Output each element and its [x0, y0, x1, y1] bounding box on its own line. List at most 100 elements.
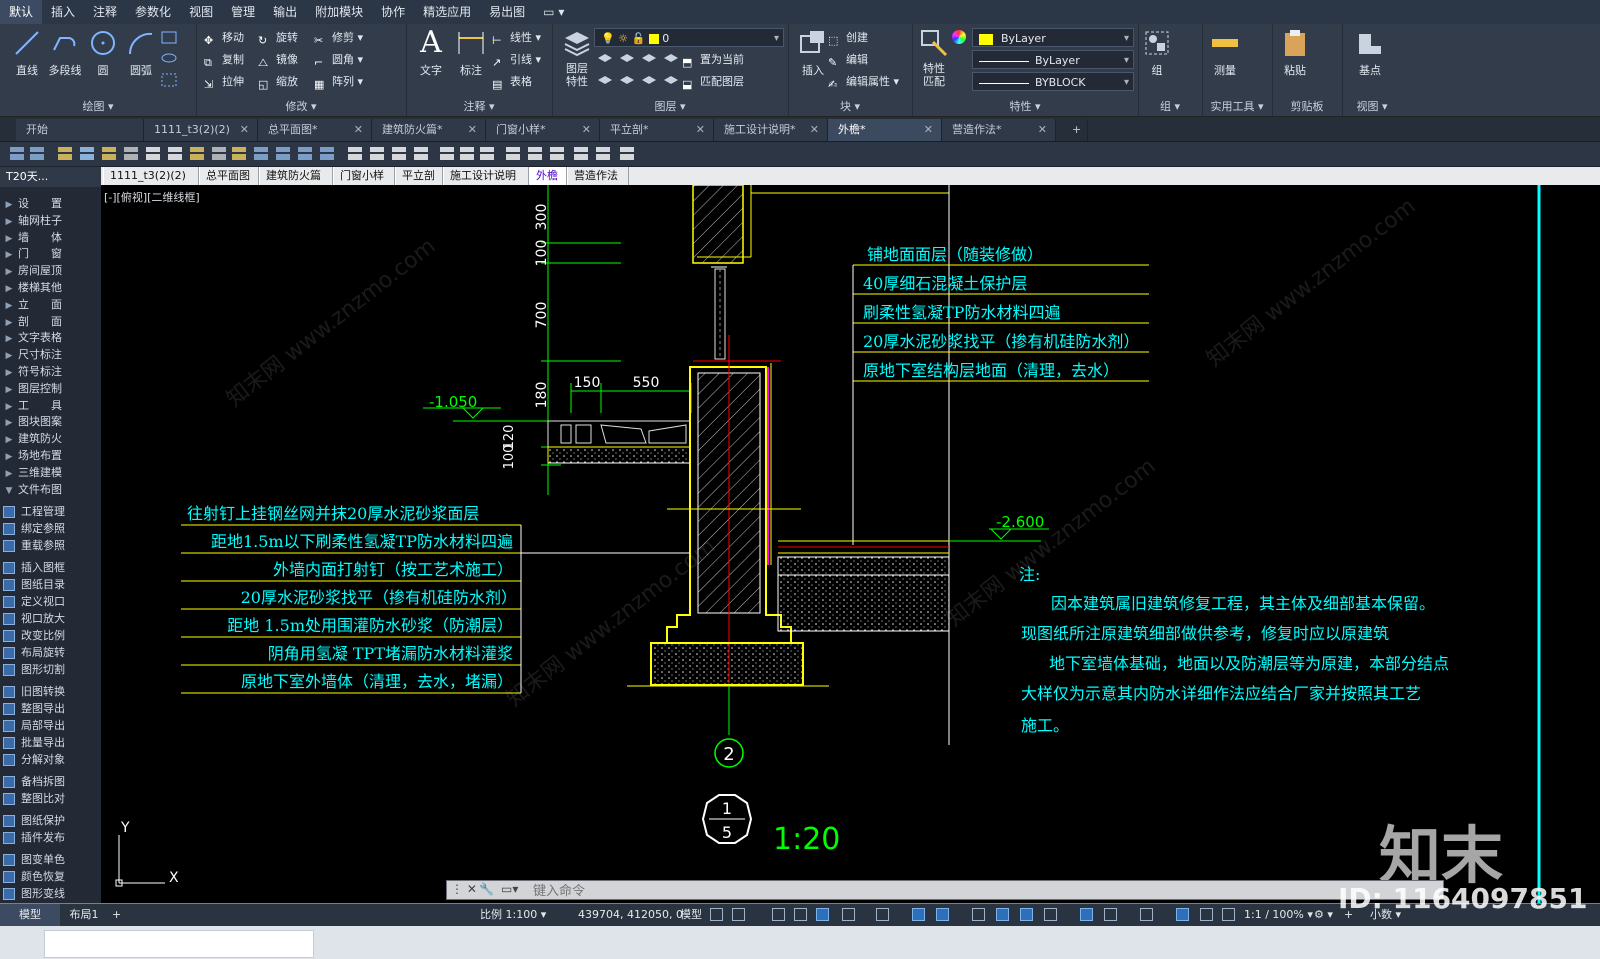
toolstrip-tool-icon[interactable]	[124, 147, 138, 160]
command-input[interactable]	[531, 882, 1415, 900]
edit-block-tool[interactable]: ✎ 编辑	[828, 50, 868, 70]
palette-group-14[interactable]: ▶ 建筑防火	[0, 430, 101, 447]
wrench-icon[interactable]: 🔧	[479, 882, 494, 896]
lineweight-icon[interactable]	[972, 908, 985, 921]
toolstrip-tool-icon[interactable]	[392, 147, 406, 160]
toolstrip-tool-icon[interactable]	[146, 147, 160, 160]
stretch-tool[interactable]: ⇲ 拉伸	[204, 72, 244, 92]
palette-group-9[interactable]: ▶ 尺寸标注	[0, 346, 101, 363]
toolstrip-tool-icon[interactable]	[30, 147, 44, 160]
arc-tool[interactable]: 圆弧	[116, 28, 166, 78]
create-block-tool[interactable]: ⬚ 创建	[828, 28, 868, 48]
palette-command-13[interactable]: 批量导出	[0, 734, 101, 751]
polar-icon[interactable]	[842, 908, 855, 921]
palette-group-11[interactable]: ▶ 图层控制	[0, 380, 101, 397]
annotation-scale-icon[interactable]	[1222, 908, 1235, 921]
sheet-tab-6[interactable]: 外檐	[529, 167, 567, 185]
transparency-icon[interactable]	[996, 908, 1009, 921]
file-tab-3[interactable]: 建筑防火篇* ✕	[372, 119, 486, 141]
layers-panel-title[interactable]: 图层 ▾	[552, 98, 788, 114]
mirror-tool[interactable]: ⧍ 镜像	[258, 50, 298, 70]
menu-item-6[interactable]: 输出	[264, 0, 306, 24]
view-panel-title[interactable]: 视图 ▾	[1342, 98, 1402, 114]
color-wheel-icon[interactable]	[952, 30, 966, 44]
sheet-tab-0[interactable]: 1111_t3(2)(2)	[103, 167, 199, 185]
snap-icon[interactable]	[732, 908, 745, 921]
file-tab-0[interactable]: 开始	[16, 119, 144, 141]
selection-filter-icon[interactable]	[1104, 908, 1117, 921]
selection-cycling-icon[interactable]	[1020, 908, 1033, 921]
isodraft-icon[interactable]	[876, 908, 889, 921]
match-layer-tool[interactable]: ⬓ 匹配图层	[682, 72, 744, 92]
menu-item-7[interactable]: 附加模块	[306, 0, 372, 24]
palette-command-17[interactable]: 图纸保护	[0, 812, 101, 829]
palette-command-10[interactable]: 旧图转换	[0, 683, 101, 700]
toolstrip-tool-icon[interactable]	[320, 147, 334, 160]
base-view-tool[interactable]: 基点	[1348, 28, 1392, 78]
3d-osnap-icon[interactable]	[1044, 908, 1057, 921]
viewport-controls[interactable]: [-][俯视][二维线框]	[104, 189, 200, 205]
palette-command-3[interactable]: 插入图框	[0, 559, 101, 576]
palette-group-15[interactable]: ▶ 场地布置	[0, 447, 101, 464]
layer-tool-icons[interactable]	[596, 52, 682, 90]
sheet-tab-7[interactable]: 营造作法	[567, 167, 629, 185]
annotation-visibility-icon[interactable]	[1176, 908, 1189, 921]
object-snap-tracking-icon[interactable]	[912, 908, 925, 921]
palette-title[interactable]: T20天...	[0, 167, 101, 187]
palette-group-12[interactable]: ▶ 工 具	[0, 397, 101, 414]
ribbon-toggle-icon[interactable]: ▭ ▾	[534, 0, 573, 24]
match-properties-tool[interactable]: 特性 匹配	[912, 28, 956, 88]
close-tab-icon[interactable]: ✕	[354, 119, 363, 141]
toolstrip-tool-icon[interactable]	[506, 147, 520, 160]
close-tab-icon[interactable]: ✕	[924, 119, 933, 141]
palette-command-16[interactable]: 整图比对	[0, 790, 101, 807]
close-tab-icon[interactable]: ✕	[468, 119, 477, 141]
copy-tool[interactable]: ⧉ 复制	[204, 50, 244, 70]
palette-command-1[interactable]: 绑定参照	[0, 520, 101, 537]
palette-group-5[interactable]: ▶ 楼梯其他	[0, 279, 101, 296]
palette-command-8[interactable]: 布局旋转	[0, 644, 101, 661]
dynamic-input-icon[interactable]	[794, 908, 807, 921]
close-tab-icon[interactable]: ✕	[810, 119, 819, 141]
file-tab-6[interactable]: 施工设计说明* ✕	[714, 119, 828, 141]
palette-command-20[interactable]: 颜色恢复	[0, 868, 101, 885]
taskbar-search-box[interactable]	[44, 930, 314, 958]
drawing-canvas[interactable]: 300 100 700 180 120 100 150 550 -1.050 -…	[101, 185, 1600, 903]
groups-panel-title[interactable]: 组 ▾	[1138, 98, 1202, 114]
palette-group-10[interactable]: ▶ 符号标注	[0, 363, 101, 380]
block-panel-title[interactable]: 块 ▾	[788, 98, 912, 114]
grid-icon[interactable]	[710, 908, 723, 921]
menu-item-8[interactable]: 协作	[372, 0, 414, 24]
toolstrip-tool-icon[interactable]	[212, 147, 226, 160]
toolstrip-tool-icon[interactable]	[348, 147, 362, 160]
auto-scale-icon[interactable]	[1200, 908, 1213, 921]
add-layout-icon[interactable]: +	[112, 904, 121, 926]
menu-item-5[interactable]: 管理	[222, 0, 264, 24]
toolstrip-tool-icon[interactable]	[574, 147, 588, 160]
edit-attr-tool[interactable]: ✍ 编辑属性 ▾	[828, 72, 899, 92]
palette-command-2[interactable]: 重载参照	[0, 537, 101, 554]
rotate-tool[interactable]: ↻ 旋转	[258, 28, 298, 48]
leader-tool[interactable]: ↗ 引线 ▾	[492, 50, 541, 70]
toolstrip-tool-icon[interactable]	[596, 147, 610, 160]
set-current-tool[interactable]: ⬒ 置为当前	[682, 50, 744, 70]
file-tab-5[interactable]: 平立剖* ✕	[600, 119, 714, 141]
scale-tool[interactable]: ◱ 缩放	[258, 72, 298, 92]
palette-group-6[interactable]: ▶ 立 面	[0, 296, 101, 313]
toolstrip-tool-icon[interactable]	[550, 147, 564, 160]
sheet-tab-1[interactable]: 总平面图	[199, 167, 259, 185]
palette-command-6[interactable]: 视口放大	[0, 610, 101, 627]
linear-dim-tool[interactable]: ⊢ 线性 ▾	[492, 28, 541, 48]
trim-tool[interactable]: ✂ 修剪 ▾	[314, 28, 363, 48]
palette-group-3[interactable]: ▶ 门 窗	[0, 245, 101, 262]
ortho-icon[interactable]	[816, 908, 829, 921]
menu-item-2[interactable]: 注释	[84, 0, 126, 24]
tab-layout1[interactable]: 布局1	[64, 904, 104, 926]
toolstrip-tool-icon[interactable]	[298, 147, 312, 160]
file-tab-7[interactable]: 外檐* ✕	[828, 119, 942, 141]
sheet-tab-2[interactable]: 建筑防火篇	[259, 167, 333, 185]
dimension-tool[interactable]: 标注	[446, 28, 496, 78]
measure-tool[interactable]: 测量	[1202, 28, 1248, 78]
dynamic-ucs-icon[interactable]	[1080, 908, 1093, 921]
menu-item-9[interactable]: 精选应用	[414, 0, 480, 24]
